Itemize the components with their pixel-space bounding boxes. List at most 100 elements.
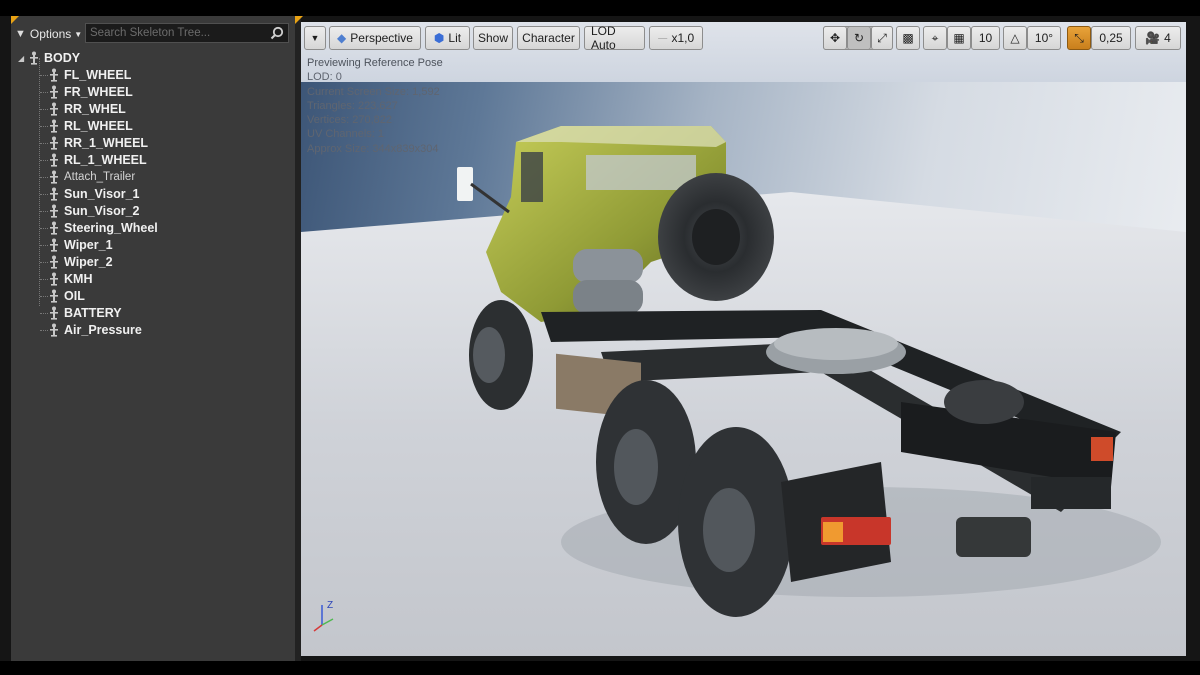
scale-snap-value[interactable]: 0,25 — [1091, 26, 1131, 50]
grid-snap-toggle[interactable]: ▦ — [947, 26, 971, 50]
scale-snap-toggle[interactable]: ⤡ — [1067, 26, 1091, 50]
bone-icon — [50, 187, 58, 201]
playback-speed-button[interactable]: ⏤ x1,0 — [649, 26, 703, 50]
stats-line: Current Screen Size: 1,592 — [307, 85, 440, 98]
bone-icon — [50, 204, 58, 218]
bone-label: RL_WHEEL — [64, 119, 133, 133]
scale-snap-icon: ⤡ — [1074, 30, 1084, 45]
rotation-snap-label: 10° — [1034, 31, 1054, 45]
stats-line: UV Channels: 1 — [307, 128, 385, 141]
search-icon[interactable] — [270, 26, 284, 40]
tree-connector — [40, 126, 48, 127]
tree-row-bone[interactable]: RR_1_WHEEL — [11, 135, 295, 152]
stats-line: LOD: 0 — [307, 71, 342, 84]
tree-row-bone[interactable]: OIL — [11, 288, 295, 305]
grid-snap-value[interactable]: 10 — [971, 26, 1000, 50]
tree-row-bone[interactable]: Attach_Trailer — [11, 169, 295, 186]
surface-snap-button[interactable]: ⌖ — [923, 26, 947, 50]
bone-icon — [50, 136, 58, 150]
tree-connector — [40, 228, 48, 229]
perspective-label: Perspective — [350, 31, 413, 45]
viewport-stats-overlay: Previewing Reference Pose LOD: 0 Current S… — [307, 56, 443, 156]
tree-row-bone[interactable]: Steering_Wheel — [11, 220, 295, 237]
bone-icon — [50, 323, 58, 337]
camera-speed-button[interactable]: 🎥 4 — [1135, 26, 1181, 50]
search-input[interactable] — [90, 25, 266, 41]
tree-row-root[interactable]: ◢ BODY — [11, 50, 295, 67]
rotate-tool[interactable]: ↻ — [847, 26, 871, 50]
skeleton-search[interactable] — [85, 23, 289, 43]
surface-snap-icon: ⌖ — [931, 30, 939, 45]
bone-label: RR_WHEL — [64, 102, 126, 116]
bone-label: KMH — [64, 272, 93, 286]
lit-button[interactable]: ⬢ Lit — [425, 26, 470, 50]
speed-icon: ⏤ — [657, 30, 668, 45]
translate-tool[interactable]: ✥ — [823, 26, 847, 50]
scale-tool[interactable]: ⤢ — [871, 26, 893, 50]
bone-icon — [50, 272, 58, 286]
bone-label: OIL — [64, 289, 85, 303]
speed-label: x1,0 — [671, 31, 695, 45]
camera-speed-label: 4 — [1164, 31, 1171, 45]
bone-label: FL_WHEEL — [64, 68, 132, 82]
bone-icon — [50, 289, 58, 303]
options-dropdown[interactable]: ▼ Options ▼ — [15, 24, 82, 44]
cube-icon: ▩ — [902, 31, 914, 45]
tree-row-bone[interactable]: BATTERY — [11, 305, 295, 322]
tree-row-bone[interactable]: RL_WHEEL — [11, 118, 295, 135]
bone-label: Wiper_1 — [64, 238, 113, 252]
lit-label: Lit — [448, 31, 462, 45]
tree-row-bone[interactable]: FR_WHEEL — [11, 84, 295, 101]
viewport-options-button[interactable]: ▼ — [304, 26, 326, 50]
grid-snap-label: 10 — [978, 31, 993, 45]
perspective-button[interactable]: ◆ Perspective — [329, 26, 421, 50]
scale-snap-label: 0,25 — [1099, 31, 1123, 45]
bone-label: Sun_Visor_2 — [64, 204, 140, 218]
rotate-icon: ↻ — [853, 31, 865, 45]
tree-row-bone[interactable]: KMH — [11, 271, 295, 288]
rotation-snap-value[interactable]: 10° — [1027, 26, 1061, 50]
bone-label: BATTERY — [64, 306, 122, 320]
bone-icon — [50, 238, 58, 252]
tree-row-bone[interactable]: RR_WHEL — [11, 101, 295, 118]
options-label: Options — [29, 27, 72, 41]
bone-icon — [50, 306, 58, 320]
filter-icon: ▼ — [15, 28, 26, 40]
bone-label: Sun_Visor_1 — [64, 187, 140, 201]
tree-row-bone[interactable]: Sun_Visor_2 — [11, 203, 295, 220]
bone-icon — [50, 170, 58, 184]
bone-icon — [30, 51, 38, 65]
bone-icon — [50, 153, 58, 167]
tree-connector — [40, 279, 48, 280]
chevron-down-icon: ▼ — [310, 33, 320, 43]
stats-line: Approx Size: 344x839x304 — [307, 142, 439, 155]
tree-row-bone[interactable]: Wiper_2 — [11, 254, 295, 271]
tree-connector — [40, 313, 48, 314]
tree-row-bone[interactable]: Sun_Visor_1 — [11, 186, 295, 203]
rotation-snap-toggle[interactable]: △ — [1003, 26, 1027, 50]
bone-icon — [50, 221, 58, 235]
lod-button[interactable]: LOD Auto — [584, 24, 645, 52]
tree-row-bone[interactable]: FL_WHEEL — [11, 67, 295, 84]
bone-icon — [50, 255, 58, 269]
bone-icon — [50, 119, 58, 133]
expand-arrow-icon[interactable]: ◢ — [18, 54, 24, 63]
stats-line: Vertices: 270,822 — [307, 114, 393, 127]
bone-label: FR_WHEEL — [64, 85, 133, 99]
viewport[interactable]: ▼ ◆ Perspective ⬢ Lit Show Character LOD… — [301, 22, 1186, 656]
tree-row-bone[interactable]: RL_1_WHEEL — [11, 152, 295, 169]
character-label: Character — [522, 31, 575, 45]
character-button[interactable]: Character — [517, 26, 580, 50]
coordinate-space-button[interactable]: ▩ — [896, 26, 920, 50]
skeleton-tree-toolbar: ▼ Options ▼ — [11, 22, 295, 46]
tree-row-bone[interactable]: Air_Pressure — [11, 322, 295, 339]
move-icon: ✥ — [829, 31, 841, 45]
camera-icon: 🎥 — [1145, 31, 1161, 45]
tree-row-bone[interactable]: Wiper_1 — [11, 237, 295, 254]
skeleton-tree-list: ◢ BODY FL_WHEEL FR_WHEEL RR_WHEL RL_WHEEL RR… — [11, 50, 295, 339]
tree-connector — [40, 177, 48, 178]
bone-icon — [50, 85, 58, 99]
show-button[interactable]: Show — [473, 26, 513, 50]
tree-connector — [40, 75, 48, 76]
tree-connector — [40, 160, 48, 161]
